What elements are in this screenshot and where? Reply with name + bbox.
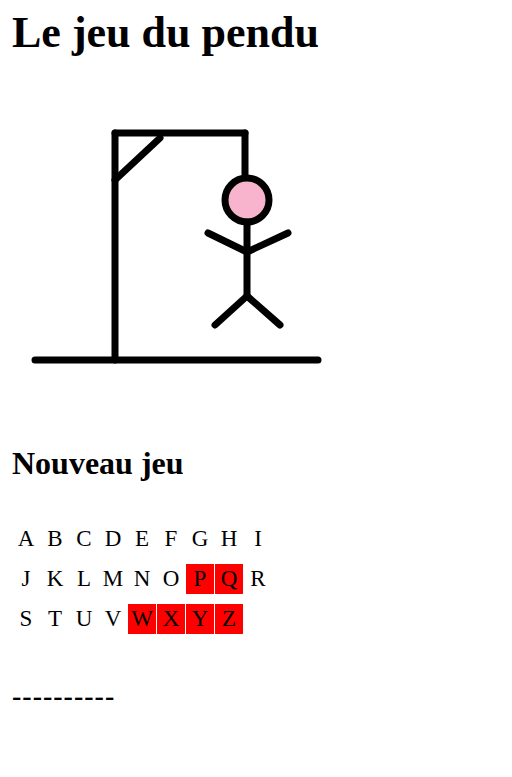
letter-key[interactable]: A — [12, 524, 40, 554]
letter-key[interactable]: C — [70, 524, 98, 554]
keyboard-row: JKLMNOPQR — [12, 564, 500, 594]
letter-key[interactable]: J — [12, 564, 40, 594]
letter-key[interactable]: Z — [215, 604, 243, 634]
letter-key[interactable]: X — [157, 604, 185, 634]
letter-key[interactable]: U — [70, 604, 98, 634]
letter-key[interactable]: W — [128, 604, 156, 634]
letter-key[interactable]: B — [41, 524, 69, 554]
letter-key[interactable]: N — [128, 564, 156, 594]
letter-key[interactable]: O — [157, 564, 185, 594]
hangman-page: Le jeu du pendu Nouveau jeu ABCDEFGHI JKLMN… — [0, 8, 512, 712]
letter-key[interactable]: D — [99, 524, 127, 554]
letter-key[interactable]: M — [99, 564, 127, 594]
new-game-link[interactable]: Nouveau jeu — [12, 444, 500, 482]
letter-keyboard: ABCDEFGHI JKLMNOPQR STUVWXYZ — [12, 524, 500, 634]
letter-key[interactable]: R — [244, 564, 272, 594]
letter-key[interactable]: V — [99, 604, 127, 634]
letter-key[interactable]: Y — [186, 604, 214, 634]
letter-key[interactable]: H — [215, 524, 243, 554]
keyboard-row: ABCDEFGHI — [12, 524, 500, 554]
letter-key[interactable]: G — [186, 524, 214, 554]
keyboard-row: STUVWXYZ — [12, 604, 500, 634]
letter-key[interactable]: P — [186, 564, 214, 594]
letter-key[interactable]: F — [157, 524, 185, 554]
letter-key[interactable]: K — [41, 564, 69, 594]
hangman-drawing-icon — [0, 120, 340, 380]
letter-key[interactable]: E — [128, 524, 156, 554]
letter-key[interactable]: Q — [215, 564, 243, 594]
letter-key[interactable]: T — [41, 604, 69, 634]
letter-key[interactable]: L — [70, 564, 98, 594]
hidden-word: ---------- — [12, 680, 500, 712]
letter-key[interactable]: I — [244, 524, 272, 554]
page-title: Le jeu du pendu — [12, 8, 500, 59]
letter-key[interactable]: S — [12, 604, 40, 634]
